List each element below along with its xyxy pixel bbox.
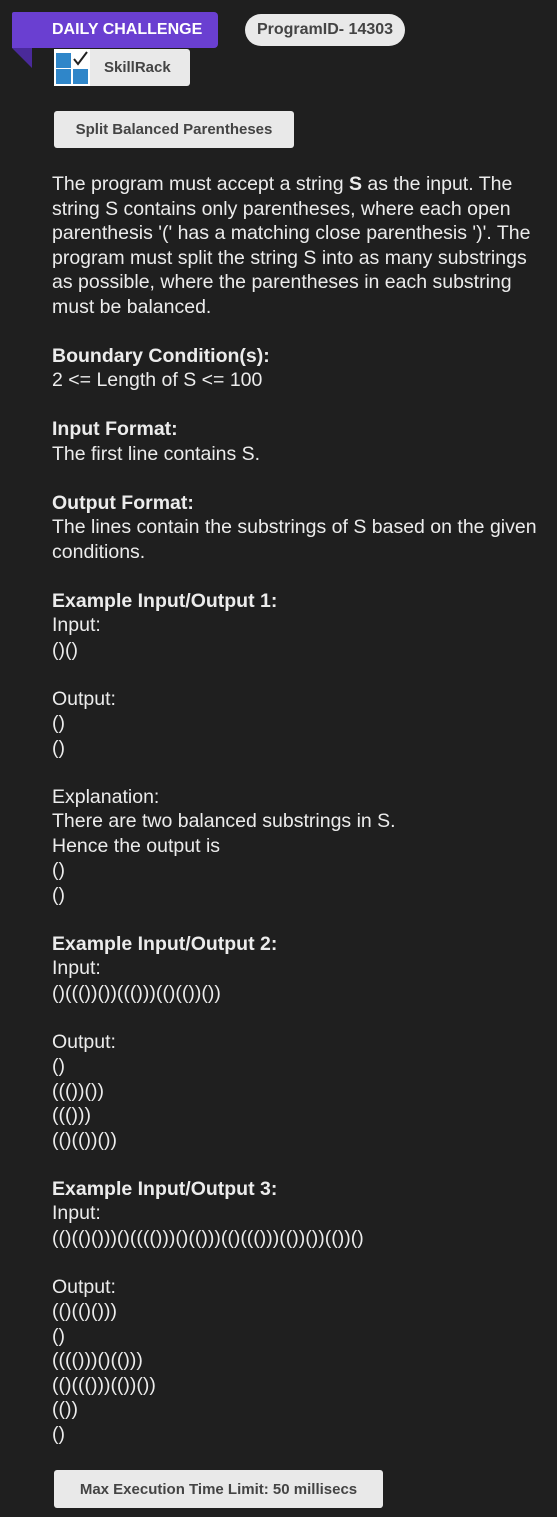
example-1-output-label: Output: (52, 687, 116, 710)
example-3-input-label: Input: (52, 1202, 101, 1224)
example-1-explanation-line: Hence the output is (52, 834, 221, 857)
example-1-explanation-output: () (52, 883, 65, 906)
example-2-output-line: (()(())()) (52, 1128, 117, 1151)
example-2-output-label: Output: (52, 1030, 116, 1053)
problem-content: The program must accept a string S as th… (52, 172, 552, 1446)
example-2-input: ()((())())((()))(()(())()) (52, 981, 221, 1004)
program-id-badge: ProgramID- 14303 (245, 14, 405, 46)
boundary-heading: Boundary Condition(s): (52, 344, 270, 367)
example-3-input: (()(()()))()(((()))()(()))(()((()))(())(… (52, 1226, 364, 1249)
example-1-explanation-label: Explanation: (52, 785, 160, 808)
daily-challenge-ribbon: DAILY CHALLENGE (12, 12, 218, 48)
input-format-heading: Input Format: (52, 418, 178, 440)
example-1-input: ()() (52, 638, 78, 661)
ribbon-fold (12, 48, 32, 68)
example-3-heading: Example Input/Output 3: (52, 1177, 278, 1200)
example-2-input-label: Input: (52, 957, 101, 979)
output-format-text: The lines contain the substrings of S ba… (52, 516, 537, 563)
example-2-heading: Example Input/Output 2: (52, 932, 278, 955)
example-2-output-line: () (52, 1055, 65, 1077)
example-1-input-label: Input: (52, 614, 101, 636)
example-2-output-line: ((())) (52, 1104, 91, 1126)
time-limit-badge: Max Execution Time Limit: 50 millisecs (54, 1470, 383, 1508)
example-3-output-line: (()(()())) (52, 1300, 117, 1322)
problem-title: Split Balanced Parentheses (54, 111, 294, 148)
daily-challenge-label: DAILY CHALLENGE (52, 21, 203, 38)
example-3-output-line: (()) (52, 1398, 78, 1420)
input-format-text: The first line contains S. (52, 442, 261, 465)
skillrack-brand[interactable]: SkillRack (54, 49, 190, 86)
problem-description: The program must accept a string S as th… (52, 173, 531, 318)
example-2-output-line: ((())()) (52, 1079, 104, 1102)
boundary-text: 2 <= Length of S <= 100 (52, 369, 263, 391)
example-3-output-line: (((()))()(())) (52, 1349, 143, 1371)
variable-s: S (348, 173, 362, 195)
example-1-heading: Example Input/Output 1: (52, 589, 278, 612)
example-1-explanation-line: There are two balanced substrings in S. (52, 810, 396, 832)
example-1-output-line: () (52, 736, 65, 759)
example-3-output-line: (()((()))(())()) (52, 1373, 156, 1396)
example-1-explanation-output: () (52, 859, 65, 881)
skillrack-logo-icon (54, 49, 90, 86)
example-3-output-label: Output: (52, 1275, 116, 1298)
output-format-heading: Output Format: (52, 491, 194, 514)
example-1-output-line: () (52, 712, 65, 734)
example-3-output-line: () (52, 1324, 65, 1347)
example-3-output-line: () (52, 1422, 65, 1445)
brand-name: SkillRack (104, 59, 171, 76)
